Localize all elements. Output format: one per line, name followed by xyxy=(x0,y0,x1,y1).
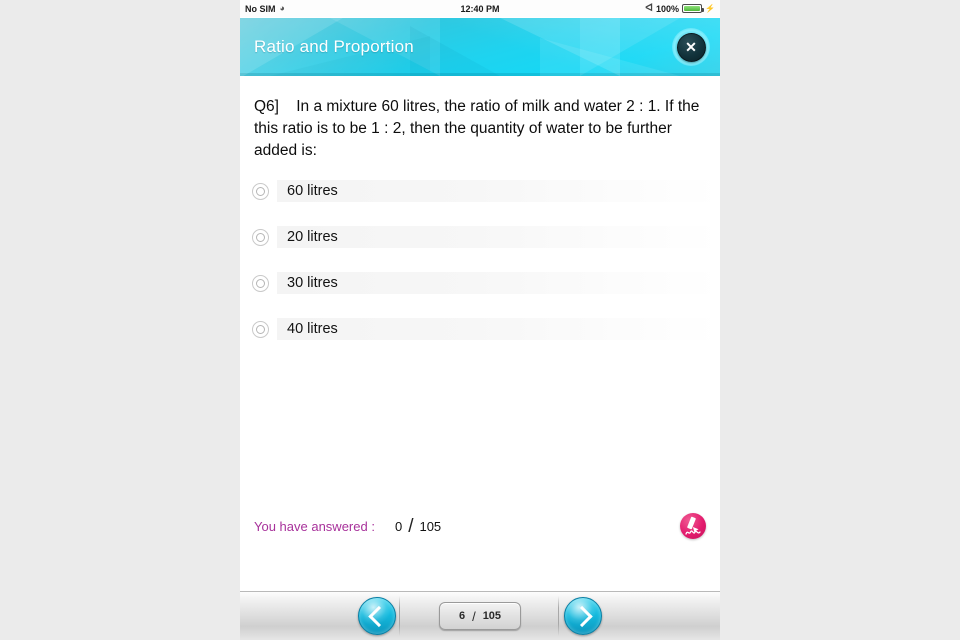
toolbar-divider xyxy=(558,596,559,636)
battery-fill xyxy=(684,6,701,11)
app-header: Ratio and Proportion ✕ xyxy=(240,18,720,76)
charging-plug-icon: ⚡ xyxy=(705,3,715,13)
radio-inner-ring xyxy=(256,232,265,242)
battery-percent-label: 100% xyxy=(656,3,680,14)
radio-button-icon[interactable] xyxy=(252,228,269,246)
header-facet-4 xyxy=(490,18,620,76)
radio-inner-ring xyxy=(256,324,265,334)
question-content: Q6] In a mixture 60 litres, the ratio of… xyxy=(240,76,720,548)
option-label: 30 litres xyxy=(287,275,338,291)
pen-squiggle xyxy=(685,530,701,535)
toolbar-divider xyxy=(399,596,400,636)
page-total: 105 xyxy=(482,610,502,622)
question-text: Q6] In a mixture 60 litres, the ratio of… xyxy=(254,98,704,159)
header-facet-3 xyxy=(410,26,500,76)
previous-question-button[interactable] xyxy=(358,597,396,635)
bluetooth-icon: ᐊ xyxy=(645,2,653,14)
status-bar-left: No SIM ◕ xyxy=(245,4,285,14)
chevron-right-icon xyxy=(570,605,593,627)
status-bar-right: ᐊ 100% ⚡ xyxy=(645,2,715,14)
page-indicator[interactable]: 6 / 105 xyxy=(439,602,521,630)
close-icon: ✕ xyxy=(685,39,697,55)
battery-icon xyxy=(682,4,705,13)
radio-inner-ring xyxy=(256,278,265,288)
option-row[interactable]: 30 litres xyxy=(240,270,720,296)
carrier-label: No SIM xyxy=(245,3,276,14)
radio-inner-ring xyxy=(256,186,265,196)
option-label: 60 litres xyxy=(287,183,338,199)
page-title: Ratio and Proportion xyxy=(254,37,414,56)
status-bar: No SIM ◕ 12:40 PM ᐊ 100% ⚡ xyxy=(240,0,720,17)
close-button[interactable]: ✕ xyxy=(672,28,710,66)
option-band: 60 litres xyxy=(277,180,720,202)
header-facet-5 xyxy=(540,38,680,76)
answered-current: 0 xyxy=(394,519,403,534)
header-facet-7 xyxy=(580,18,680,76)
option-label: 20 litres xyxy=(287,229,338,245)
page-separator: / xyxy=(472,608,476,624)
radio-button-icon[interactable] xyxy=(252,274,269,292)
answered-label: You have answered : xyxy=(254,518,375,534)
next-question-button[interactable] xyxy=(564,597,602,635)
option-band: 40 litres xyxy=(277,318,720,340)
bottom-toolbar: 6 / 105 xyxy=(240,591,720,640)
pen-signature-icon[interactable] xyxy=(680,513,706,539)
wifi-icon: ◕ xyxy=(279,3,285,13)
answered-summary: You have answered : 0 / 105 xyxy=(240,504,720,548)
option-label: 40 litres xyxy=(287,321,338,337)
option-band: 20 litres xyxy=(277,226,720,248)
answered-separator: / xyxy=(408,516,414,537)
chevron-left-icon xyxy=(367,605,390,627)
page-current: 6 xyxy=(458,610,466,622)
radio-button-icon[interactable] xyxy=(252,320,269,338)
radio-button-icon[interactable] xyxy=(252,182,269,200)
close-button-inner: ✕ xyxy=(676,32,706,62)
option-row[interactable]: 40 litres xyxy=(240,316,720,342)
options-list: 60 litres 20 litres 30 litres 40 litres xyxy=(240,178,720,342)
answered-total: 105 xyxy=(419,519,442,534)
option-row[interactable]: 60 litres xyxy=(240,178,720,204)
app-viewport: No SIM ◕ 12:40 PM ᐊ 100% ⚡ Ratio and Pro xyxy=(240,0,720,640)
option-band: 30 litres xyxy=(277,272,720,294)
screen-root: No SIM ◕ 12:40 PM ᐊ 100% ⚡ Ratio and Pro xyxy=(0,0,960,640)
answered-count: 0 / 105 xyxy=(395,515,441,537)
option-row[interactable]: 20 litres xyxy=(240,224,720,250)
